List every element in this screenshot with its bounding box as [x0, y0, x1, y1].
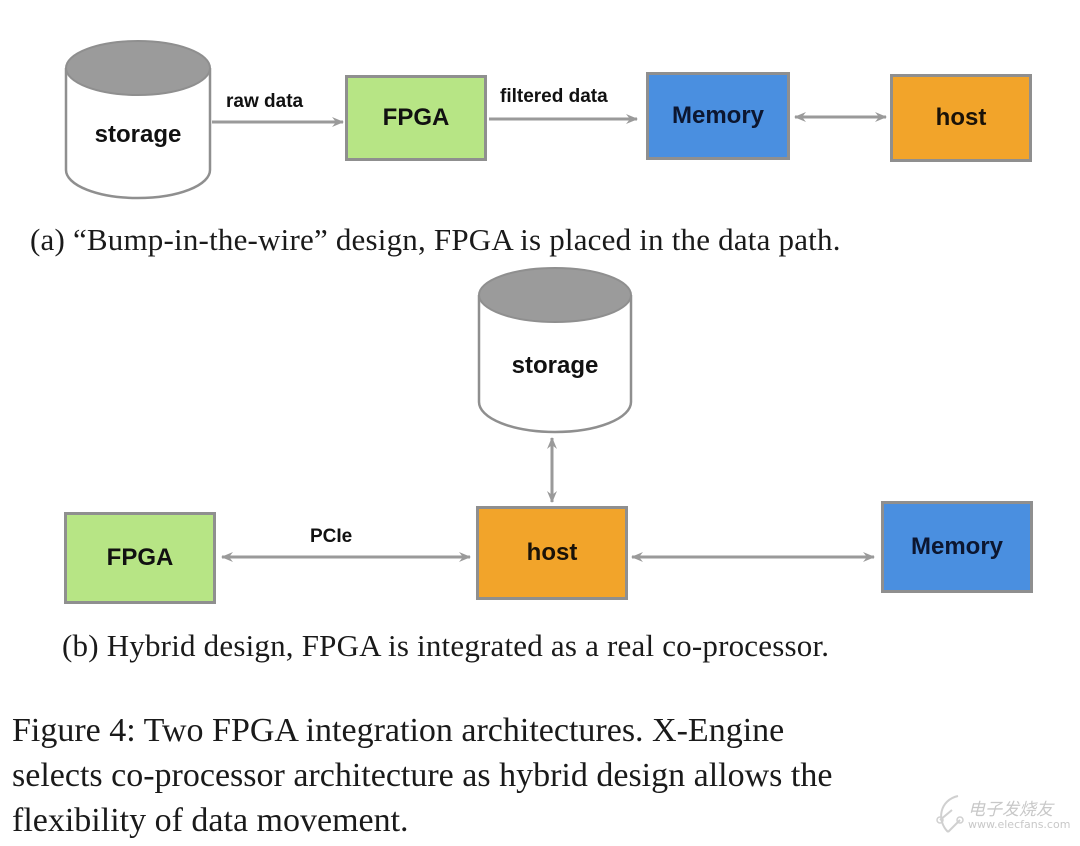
memory-node-b: Memory: [881, 501, 1033, 593]
caption-b: (b) Hybrid design, FPGA is integrated as…: [62, 628, 830, 663]
watermark-url: www.elecfans.com: [968, 818, 1071, 831]
figure-caption-line-1: Figure 4: Two FPGA integration architect…: [12, 712, 785, 749]
storage-label-a: storage: [94, 121, 182, 148]
edge-label-raw-data: raw data: [226, 91, 304, 112]
figure-canvas: storage raw data FPGA filtered data Memo…: [0, 0, 1080, 846]
storage-cylinder-b: [477, 267, 633, 434]
memory-label-b: Memory: [910, 533, 1004, 560]
figure-caption-line-3: flexibility of data movement.: [12, 802, 409, 839]
memory-node-a: Memory: [646, 72, 790, 160]
fpga-label-b: FPGA: [106, 544, 174, 571]
storage-cylinder-a: [64, 40, 212, 200]
host-label-a: host: [935, 104, 987, 131]
fpga-node-a: FPGA: [345, 75, 487, 161]
host-node-b: host: [476, 506, 628, 600]
storage-label-b: storage: [511, 352, 599, 379]
edge-label-pcie: PCIe: [310, 526, 353, 547]
host-node-a: host: [890, 74, 1032, 162]
figure-caption-line-2: selects co-processor architecture as hyb…: [12, 757, 833, 794]
caption-a: (a) “Bump-in-the-wire” design, FPGA is p…: [30, 222, 841, 257]
figure-caption: Figure 4: Two FPGA integration architect…: [12, 708, 1042, 843]
watermark-title: 电子发烧友: [968, 800, 1053, 820]
host-label-b: host: [526, 539, 578, 566]
memory-label-a: Memory: [671, 102, 765, 129]
fpga-label-a: FPGA: [382, 104, 450, 131]
fpga-node-b: FPGA: [64, 512, 216, 604]
edge-label-filtered-data: filtered data: [500, 86, 608, 107]
